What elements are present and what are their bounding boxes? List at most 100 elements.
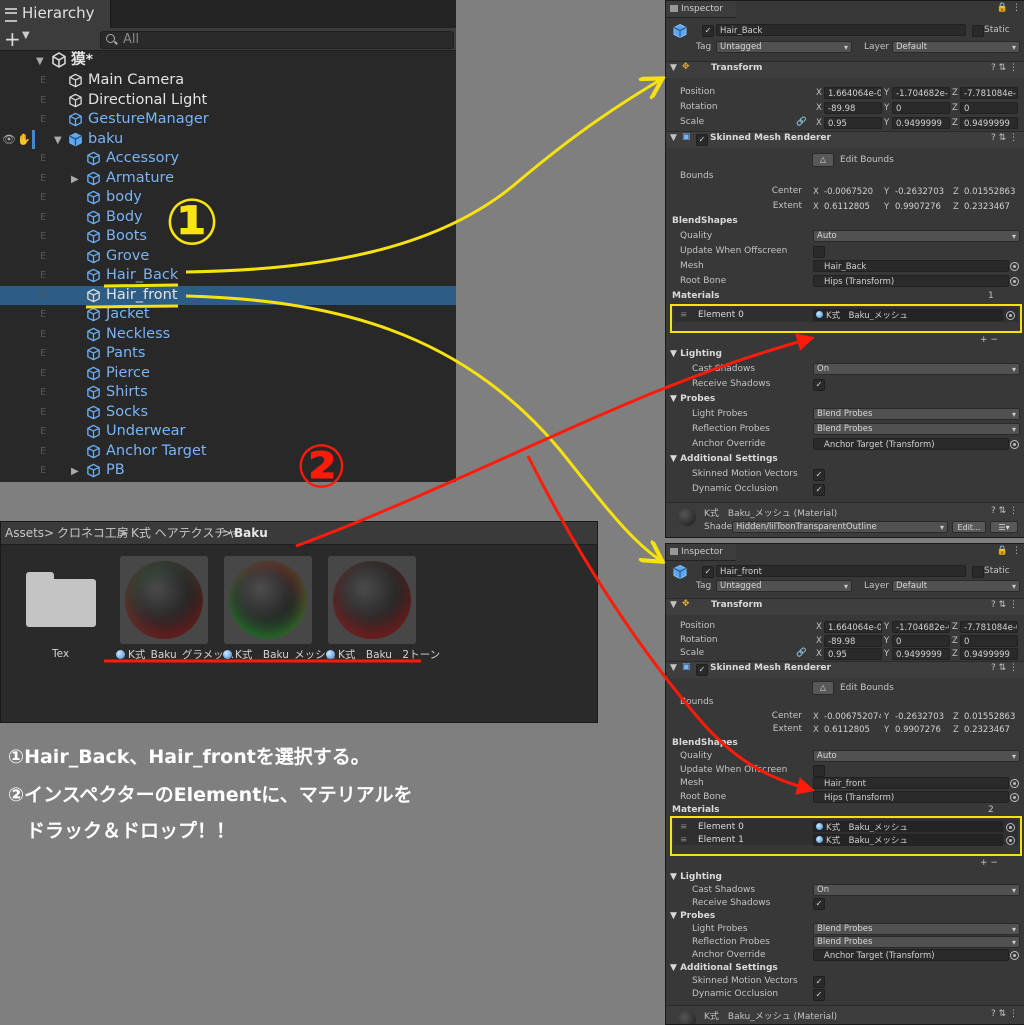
object-picker-icon[interactable] xyxy=(1010,440,1019,449)
rotation-z-field[interactable]: 0 xyxy=(960,102,1018,114)
object-picker-icon[interactable] xyxy=(1006,311,1015,320)
create-plus-button[interactable]: + xyxy=(4,28,21,50)
visibility-toggle[interactable]: E xyxy=(40,422,46,441)
hierarchy-item[interactable]: E Underwear xyxy=(0,422,456,441)
hierarchy-item[interactable]: E Accessory xyxy=(0,149,456,168)
object-name-field[interactable]: Hair_Back xyxy=(716,24,966,36)
anchor-override-field[interactable]: Anchor Target (Transform) xyxy=(813,438,1009,450)
skinned-motion-vectors-checkbox[interactable]: ✓ xyxy=(813,976,825,988)
visibility-toggle[interactable]: E xyxy=(40,188,46,207)
eye-icon[interactable]: 👁 xyxy=(2,130,16,149)
pickable-hand-icon[interactable]: ✋ xyxy=(17,130,31,149)
lock-icon[interactable]: 🔒 xyxy=(997,546,1008,556)
hierarchy-item[interactable]: E Shirts xyxy=(0,383,456,402)
add-remove-element-buttons[interactable]: + − xyxy=(980,858,998,868)
hierarchy-item[interactable]: Ebody xyxy=(0,188,456,207)
foldout-open-icon[interactable]: ▼ xyxy=(36,52,44,71)
material-label-3[interactable]: K式 Baku 2トーン xyxy=(326,647,440,662)
scale-z-field[interactable]: 0.9499999 xyxy=(960,648,1018,660)
anchor-override-field[interactable]: Anchor Target (Transform) xyxy=(813,949,1009,961)
cast-shadows-dropdown[interactable]: On xyxy=(813,884,1020,896)
foldout-open-icon[interactable]: ▼ xyxy=(54,131,62,150)
rotation-y-field[interactable]: 0 xyxy=(892,635,950,647)
edit-bounds-button[interactable]: △ xyxy=(812,153,834,167)
foldout-closed-icon[interactable]: ▶ xyxy=(71,170,79,189)
skinned-motion-vectors-checkbox[interactable]: ✓ xyxy=(813,469,825,481)
visibility-toggle[interactable]: E xyxy=(40,305,46,324)
receive-shadows-checkbox[interactable]: ✓ xyxy=(813,898,825,910)
extent-z-field[interactable]: 0.2323467 xyxy=(961,724,1024,736)
rotation-z-field[interactable]: 0 xyxy=(960,635,1018,647)
visibility-toggle[interactable]: E xyxy=(40,247,46,266)
visibility-toggle[interactable]: E xyxy=(40,364,46,383)
lighting-foldout[interactable]: ▼ Lighting xyxy=(670,872,722,882)
component-menu-icons[interactable]: ? ⇅ ⋮ xyxy=(991,1009,1018,1019)
foldout-open-icon[interactable]: ▼ xyxy=(670,63,677,73)
center-z-field[interactable]: 0.01552863 xyxy=(961,186,1024,198)
material-thumbnail-1[interactable] xyxy=(120,556,208,644)
update-offscreen-checkbox[interactable] xyxy=(813,765,825,777)
materials-count[interactable]: 1 xyxy=(988,291,994,301)
object-picker-icon[interactable] xyxy=(1010,277,1019,286)
foldout-closed-icon[interactable]: ▶ xyxy=(71,462,79,481)
drag-handle-icon[interactable]: ≡ xyxy=(680,835,687,845)
edit-bounds-button[interactable]: △ xyxy=(812,681,834,695)
object-picker-icon[interactable] xyxy=(1010,951,1019,960)
extent-y-field[interactable]: 0.9907276 xyxy=(892,201,952,213)
component-menu-icons[interactable]: ? ⇅ ⋮ xyxy=(991,133,1018,143)
component-menu-icons[interactable]: ? ⇅ ⋮ xyxy=(991,663,1018,673)
layer-dropdown[interactable]: Default xyxy=(892,580,1020,592)
breadcrumb-assets[interactable]: Assets xyxy=(5,522,44,544)
element-material-field[interactable]: K式 Baku_メッシュ xyxy=(813,834,1003,846)
cast-shadows-dropdown[interactable]: On xyxy=(813,363,1020,375)
component-menu-icons[interactable]: ? ⇅ ⋮ xyxy=(991,600,1018,610)
inspector-tab[interactable]: Inspector xyxy=(666,544,736,561)
object-picker-icon[interactable] xyxy=(1006,836,1015,845)
search-input[interactable]: All xyxy=(100,31,454,49)
material-label-2[interactable]: K式 Baku_メッシュ xyxy=(223,647,336,662)
hierarchy-item[interactable]: E Grove xyxy=(0,247,456,266)
additional-settings-foldout[interactable]: ▼ Additional Settings xyxy=(670,963,778,973)
element-material-field[interactable]: K式 Baku_メッシュ xyxy=(813,309,1003,321)
add-remove-element-buttons[interactable]: + − xyxy=(980,335,998,345)
reflection-probes-dropdown[interactable]: Blend Probes xyxy=(813,936,1020,948)
position-x-field[interactable]: 1.664064e-0 xyxy=(824,87,882,99)
hierarchy-item[interactable]: E ▶ Armature xyxy=(0,169,456,188)
drag-handle-icon[interactable]: ≡ xyxy=(680,822,687,832)
position-z-field[interactable]: -7.781084e-05 xyxy=(960,621,1018,633)
shader-menu-button[interactable]: ☰▾ xyxy=(990,521,1018,533)
visibility-toggle[interactable]: E xyxy=(40,208,46,227)
folder-icon[interactable] xyxy=(26,572,96,627)
hierarchy-item[interactable]: E Pants xyxy=(0,344,456,363)
extent-x-field[interactable]: 0.6112805 xyxy=(821,724,881,736)
mesh-object-field[interactable]: Hair_Back xyxy=(813,260,1009,272)
visibility-toggle[interactable]: E xyxy=(40,227,46,246)
light-probes-dropdown[interactable]: Blend Probes xyxy=(813,408,1020,420)
object-picker-icon[interactable] xyxy=(1010,793,1019,802)
hierarchy-item[interactable]: E Neckless xyxy=(0,325,456,344)
extent-x-field[interactable]: 0.6112805 xyxy=(821,201,881,213)
visibility-toggle[interactable]: E xyxy=(40,403,46,422)
hierarchy-item[interactable]: E Socks xyxy=(0,403,456,422)
hierarchy-item[interactable]: E GestureManager xyxy=(0,110,456,129)
rootbone-object-field[interactable]: Hips (Transform) xyxy=(813,275,1009,287)
mesh-object-field[interactable]: Hair_front xyxy=(813,777,1009,789)
center-y-field[interactable]: -0.2632703 xyxy=(892,711,952,723)
kebab-menu-icon[interactable]: ⋮ xyxy=(1012,546,1021,556)
center-x-field[interactable]: -0.006752074 xyxy=(821,711,881,723)
hierarchy-item[interactable]: 👁 ✋ ▼ baku xyxy=(0,130,456,149)
material-thumbnail-3[interactable] xyxy=(328,556,416,644)
visibility-toggle[interactable]: E xyxy=(40,266,46,285)
scale-y-field[interactable]: 0.9499999 xyxy=(892,117,950,129)
update-offscreen-checkbox[interactable] xyxy=(813,246,825,258)
hierarchy-item[interactable]: E Anchor Target xyxy=(0,442,456,461)
center-z-field[interactable]: 0.01552863 xyxy=(961,711,1024,723)
object-picker-icon[interactable] xyxy=(1010,779,1019,788)
hierarchy-item[interactable]: E Pierce xyxy=(0,364,456,383)
visibility-toggle[interactable]: E xyxy=(40,169,46,188)
visibility-toggle[interactable]: E xyxy=(40,442,46,461)
kebab-menu-icon[interactable]: ⋮ xyxy=(1012,3,1021,13)
object-picker-icon[interactable] xyxy=(1006,823,1015,832)
position-z-field[interactable]: -7.781084e- xyxy=(960,87,1018,99)
materials-count[interactable]: 2 xyxy=(988,805,994,815)
